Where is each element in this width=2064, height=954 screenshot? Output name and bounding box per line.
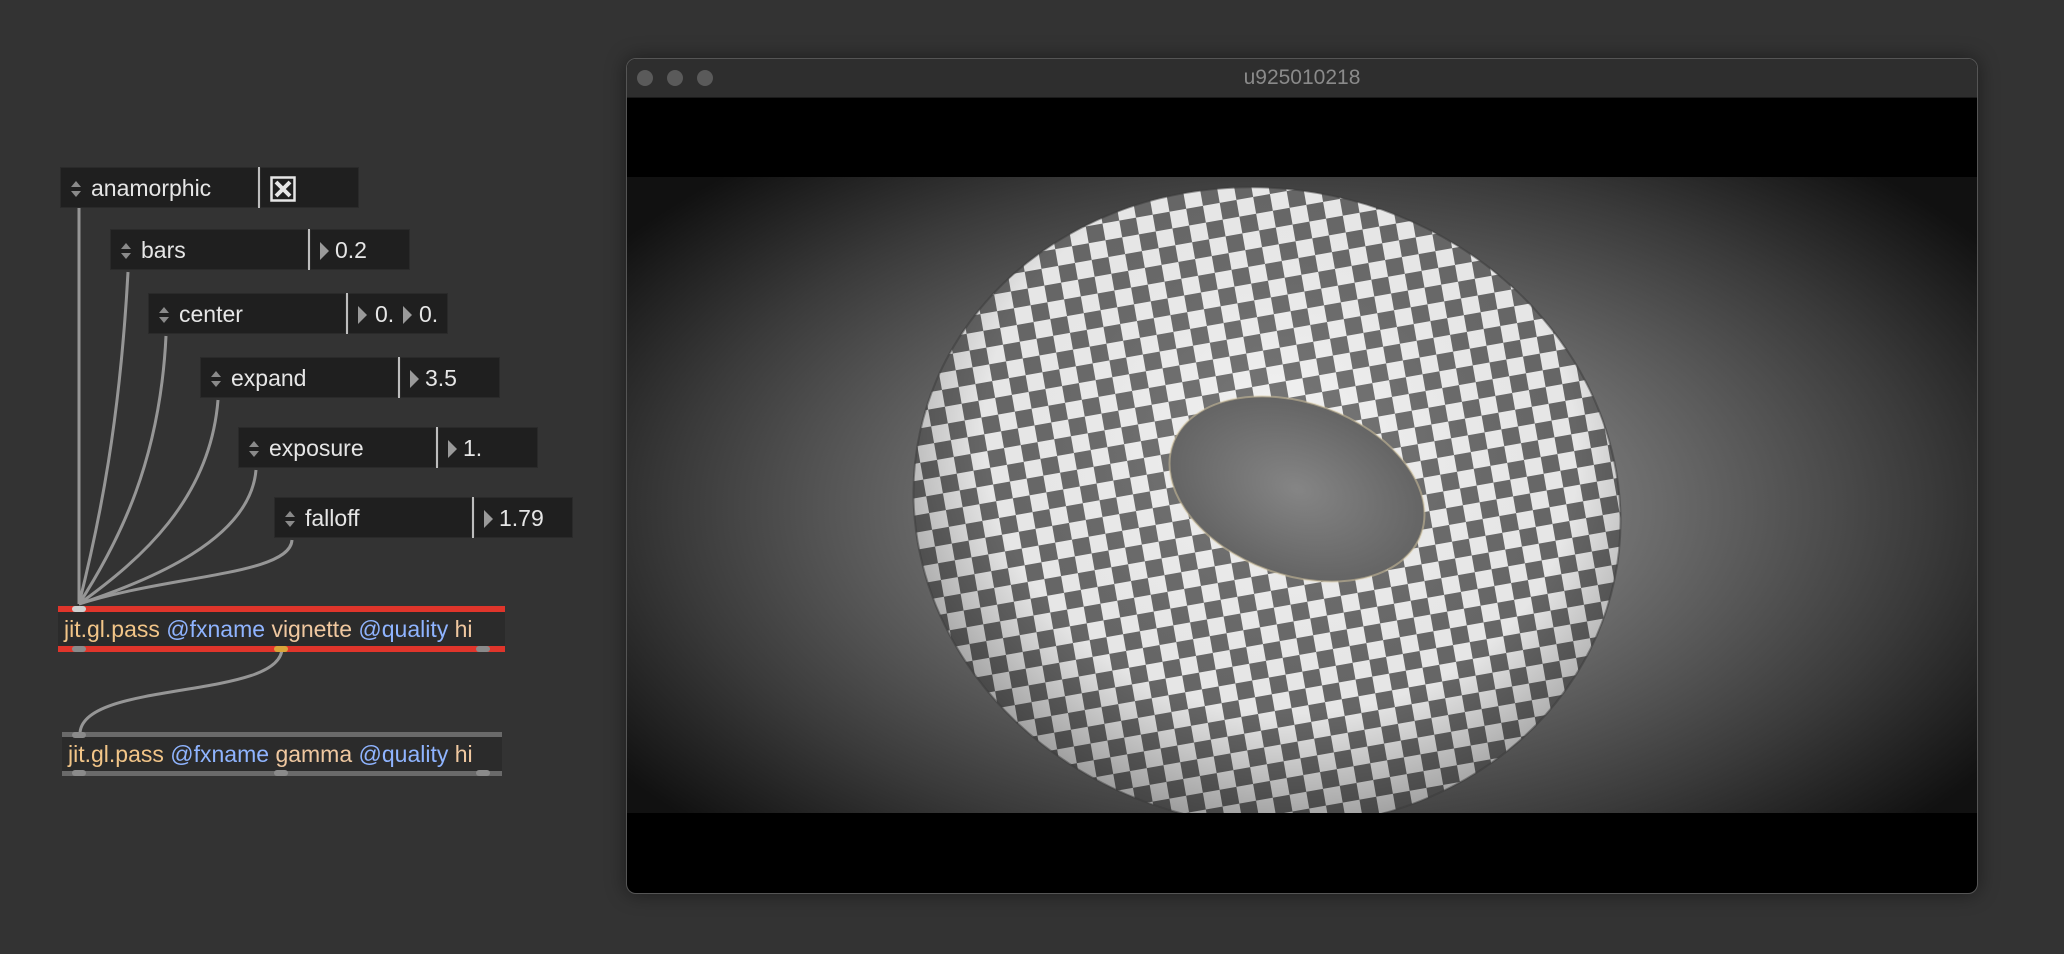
attr-menu-center[interactable]: center bbox=[148, 293, 346, 334]
number-value[interactable]: 0. bbox=[375, 294, 394, 335]
render-scene bbox=[627, 177, 1977, 813]
cord-bars bbox=[77, 271, 130, 605]
up-down-arrows-icon bbox=[285, 511, 295, 527]
number-triangle-icon bbox=[484, 510, 493, 528]
number-value[interactable]: 1. bbox=[463, 428, 482, 469]
checked-toggle-icon[interactable] bbox=[270, 176, 296, 202]
attr-label: expand bbox=[231, 365, 307, 391]
cord-expand bbox=[78, 399, 220, 606]
up-down-arrows-icon bbox=[211, 371, 221, 387]
attr-label: center bbox=[179, 301, 243, 327]
attr-label: anamorphic bbox=[91, 175, 212, 201]
object-text: jit.gl.pass @fxname gamma @quality hi bbox=[68, 741, 473, 767]
number-value[interactable]: 3.5 bbox=[425, 358, 457, 399]
attr-menu-anamorphic[interactable]: anamorphic bbox=[60, 167, 258, 208]
number-value[interactable]: 0. bbox=[419, 294, 438, 335]
attr-menu-falloff[interactable]: falloff bbox=[274, 497, 472, 538]
number-triangle-icon bbox=[410, 370, 419, 388]
number-box-falloff[interactable]: 1.79 bbox=[474, 497, 573, 538]
cord-vignette-to-gamma bbox=[78, 647, 284, 735]
number-box-center[interactable]: 0. 0. bbox=[348, 293, 448, 334]
outlet[interactable] bbox=[72, 770, 86, 776]
up-down-arrows-icon bbox=[121, 243, 131, 259]
window-titlebar[interactable]: u925010218 bbox=[627, 59, 1977, 98]
jit-gl-pass-vignette[interactable]: jit.gl.pass @fxname vignette @quality hi bbox=[58, 606, 505, 652]
outlet[interactable] bbox=[476, 770, 490, 776]
jit-gl-pass-gamma[interactable]: jit.gl.pass @fxname gamma @quality hi bbox=[62, 732, 502, 776]
outlet[interactable] bbox=[476, 646, 490, 652]
object-text: jit.gl.pass @fxname vignette @quality hi bbox=[64, 616, 473, 642]
number-triangle-icon bbox=[320, 242, 329, 260]
number-box-bars[interactable]: 0.2 bbox=[310, 229, 410, 270]
outlet[interactable] bbox=[274, 646, 288, 652]
window-title: u925010218 bbox=[1243, 66, 1361, 89]
number-value[interactable]: 0.2 bbox=[335, 230, 367, 271]
number-triangle-icon bbox=[358, 306, 367, 324]
up-down-arrows-icon bbox=[159, 307, 169, 323]
render-window[interactable]: u925010218 bbox=[626, 58, 1978, 894]
checkered-torus-image bbox=[912, 186, 1622, 813]
attr-label: exposure bbox=[269, 435, 364, 461]
number-triangle-icon bbox=[403, 306, 412, 324]
attr-menu-exposure[interactable]: exposure bbox=[238, 427, 436, 468]
attr-menu-expand[interactable]: expand bbox=[200, 357, 398, 398]
attr-label: falloff bbox=[305, 505, 360, 531]
number-value[interactable]: 1.79 bbox=[499, 498, 544, 539]
up-down-arrows-icon bbox=[249, 441, 259, 457]
outlet[interactable] bbox=[72, 646, 86, 652]
outlet[interactable] bbox=[274, 770, 288, 776]
toggle-box[interactable] bbox=[260, 167, 359, 208]
up-down-arrows-icon bbox=[71, 181, 81, 197]
attr-menu-bars[interactable]: bars bbox=[110, 229, 308, 270]
attr-label: bars bbox=[141, 237, 186, 263]
number-box-exposure[interactable]: 1. bbox=[438, 427, 538, 468]
number-box-expand[interactable]: 3.5 bbox=[400, 357, 500, 398]
cord-center bbox=[77, 335, 168, 605]
number-triangle-icon bbox=[448, 440, 457, 458]
